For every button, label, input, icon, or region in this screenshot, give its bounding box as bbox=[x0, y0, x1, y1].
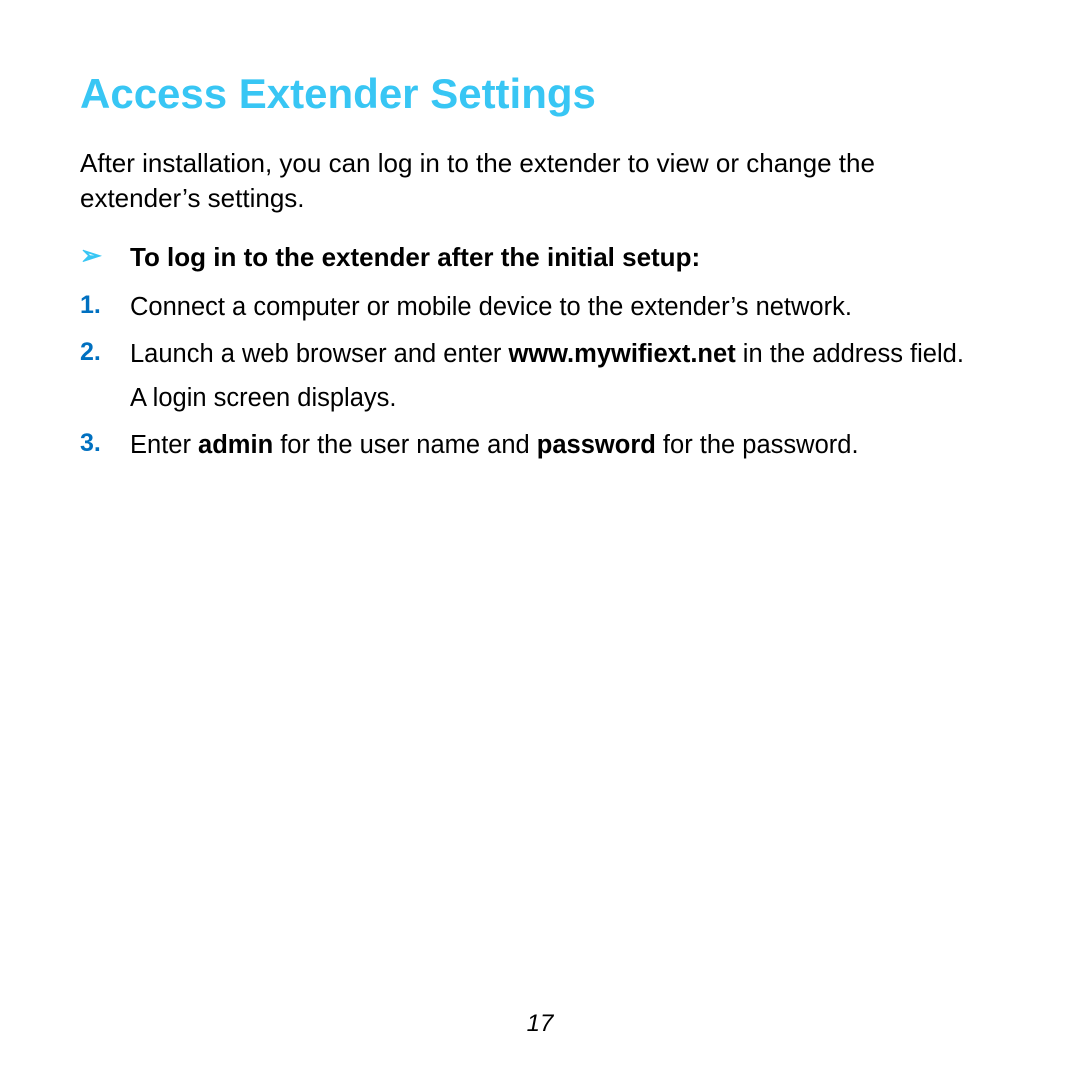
step-body: Launch a web browser and enter www.mywif… bbox=[130, 338, 1000, 414]
step-number: 2. bbox=[80, 338, 130, 367]
step-text-part: for the password. bbox=[656, 431, 859, 459]
step-text-part: Enter bbox=[130, 431, 198, 459]
step-3: 3. Enter admin for the user name and pas… bbox=[80, 429, 1000, 462]
step-number: 1. bbox=[80, 291, 130, 320]
step-text-bold-url: www.mywifiext.net bbox=[509, 340, 736, 368]
procedure-label: To log in to the extender after the init… bbox=[130, 240, 700, 275]
procedure-heading: ➢ To log in to the extender after the in… bbox=[80, 240, 1000, 275]
step-2: 2. Launch a web browser and enter www.my… bbox=[80, 338, 1000, 414]
step-text-bold-password: password bbox=[537, 431, 656, 459]
step-body: Connect a computer or mobile device to t… bbox=[130, 291, 1000, 324]
page-title: Access Extender Settings bbox=[80, 70, 1000, 118]
step-1: 1. Connect a computer or mobile device t… bbox=[80, 291, 1000, 324]
step-body: Enter admin for the user name and passwo… bbox=[130, 429, 1000, 462]
step-text-bold-admin: admin bbox=[198, 431, 273, 459]
intro-paragraph: After installation, you can log in to th… bbox=[80, 146, 1000, 216]
page-number: 17 bbox=[0, 1010, 1080, 1038]
document-page: Access Extender Settings After installat… bbox=[0, 0, 1080, 1080]
step-text-pre: Launch a web browser and enter bbox=[130, 340, 509, 368]
arrow-icon: ➢ bbox=[80, 240, 130, 271]
step-follow-text: A login screen displays. bbox=[130, 382, 1000, 415]
step-text-part: for the user name and bbox=[273, 431, 537, 459]
step-number: 3. bbox=[80, 429, 130, 458]
step-text-post: in the address field. bbox=[736, 340, 964, 368]
